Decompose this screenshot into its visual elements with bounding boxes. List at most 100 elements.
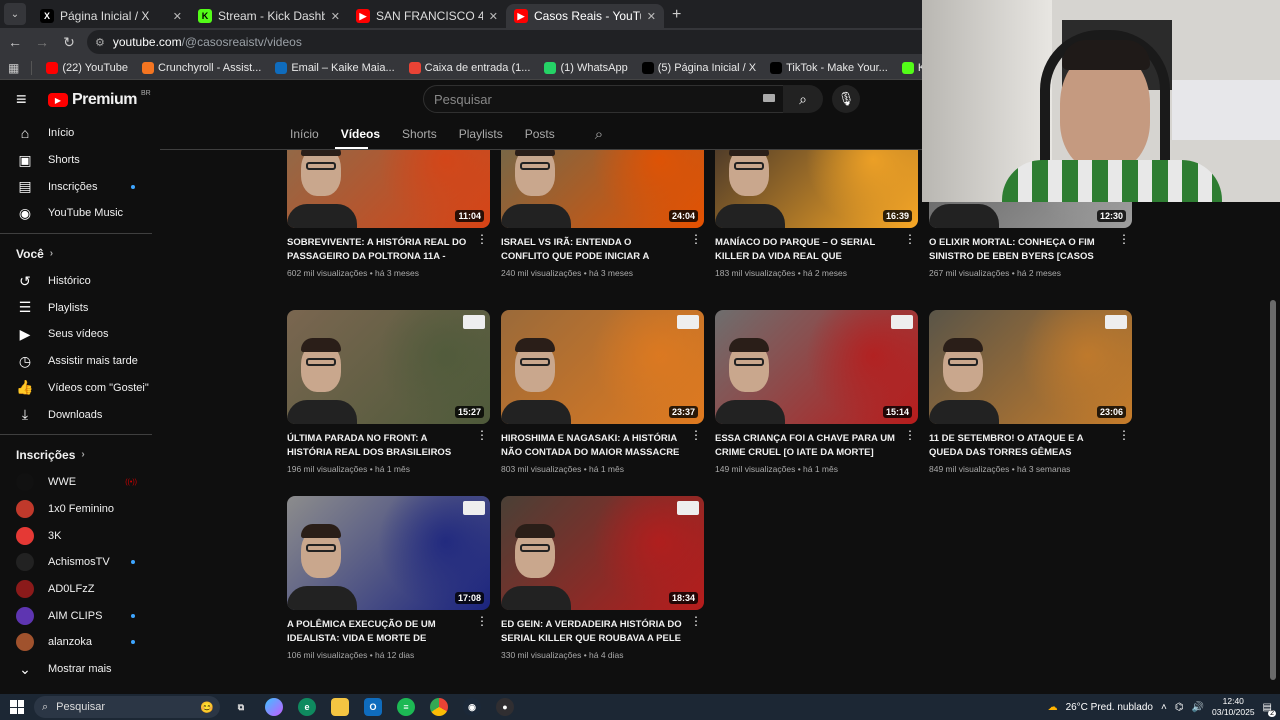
video-card[interactable]: 11:04 Sobrevivente: A história real do pa… <box>287 150 490 278</box>
back-icon[interactable]: ← <box>3 30 27 54</box>
bookmark-item[interactable]: TikTok - Make Your... <box>770 61 888 74</box>
sidebar-item[interactable]: ◷ Assistir mais tarde <box>0 348 155 375</box>
bookmark-item[interactable]: Email – Kaike Maia... <box>275 61 395 74</box>
search-input[interactable]: Pesquisar <box>423 85 788 113</box>
steam-icon[interactable]: ◉ <box>463 698 481 716</box>
video-card[interactable]: 23:37 HIROSHIMA E NAGASAKI: A HISTÓRIA NÃ… <box>501 310 704 474</box>
channel-tab[interactable]: Posts <box>525 127 555 141</box>
channel-search-icon[interactable]: ⌕ <box>595 126 603 143</box>
video-thumbnail[interactable]: 15:14 <box>715 310 918 424</box>
subscription-item[interactable]: AD0LFzZ <box>0 576 155 603</box>
clock[interactable]: 12:40 03/10/2025 <box>1212 696 1255 718</box>
close-icon[interactable]: ✕ <box>173 10 182 23</box>
hamburger-menu-icon[interactable]: ≡ <box>16 89 32 110</box>
browser-tab[interactable]: K Stream - Kick Dashboard ✕ <box>190 4 348 28</box>
subscription-item[interactable]: alanzoka <box>0 629 155 656</box>
channel-tab[interactable]: Shorts <box>402 127 437 141</box>
more-options-icon[interactable]: ⋮ <box>1118 428 1130 442</box>
reload-icon[interactable]: ↻ <box>57 30 81 54</box>
video-thumbnail[interactable]: 15:27 <box>287 310 490 424</box>
bookmark-item[interactable]: Caixa de entrada (1... <box>408 61 530 74</box>
subscriptions-heading[interactable]: Inscrições › <box>0 441 155 469</box>
bookmark-item[interactable]: (5) Página Inicial / X <box>641 61 756 74</box>
more-options-icon[interactable]: ⋮ <box>690 428 702 442</box>
more-options-icon[interactable]: ⋮ <box>690 614 702 628</box>
file-explorer-icon[interactable] <box>331 698 349 716</box>
video-card[interactable]: 18:34 ED GEIN: A VERDADEIRA HISTÓRIA DO S… <box>501 496 704 660</box>
video-title[interactable]: ÚLTIMA PARADA NO FRONT: A HISTÓRIA REAL … <box>287 432 490 459</box>
site-info-icon[interactable]: ⚙ <box>95 36 105 49</box>
more-options-icon[interactable]: ⋮ <box>690 232 702 246</box>
video-title[interactable]: A POLÊMICA EXECUÇÃO DE UM IDEALISTA: VID… <box>287 618 490 645</box>
browser-tab[interactable]: ▶ SAN FRANCISCO 49ERS X LOS ✕ <box>348 4 506 28</box>
spotify-icon[interactable]: ≡ <box>397 698 415 716</box>
video-card[interactable]: 15:27 ÚLTIMA PARADA NO FRONT: A HISTÓRIA … <box>287 310 490 474</box>
video-title[interactable]: O ELIXIR MORTAL: CONHEÇA O FIM SINISTRO … <box>929 236 1132 263</box>
video-card[interactable]: 16:39 MANÍACO DO PARQUE – O SERIAL KILLER… <box>715 150 918 278</box>
subscription-item[interactable]: WWE ((•)) <box>0 469 155 496</box>
browser-tab[interactable]: ▶ Casos Reais - YouTube ✕ <box>506 4 664 28</box>
chrome-icon[interactable] <box>430 698 448 716</box>
video-title[interactable]: Sobrevivente: A história real do passage… <box>287 236 490 263</box>
url-omnibox[interactable]: ⚙ youtube.com/@casosreaistv/videos <box>87 30 987 54</box>
sidebar-item[interactable]: ↺ Histórico <box>0 268 155 295</box>
taskbar-search[interactable]: ⌕ Pesquisar 😊 <box>34 696 220 718</box>
subscription-item[interactable]: AchismosTV <box>0 549 155 576</box>
channel-tab[interactable]: Início <box>290 127 319 141</box>
chevron-up-icon[interactable]: ˄ <box>1161 702 1167 713</box>
voice-search-button[interactable]: 🎙 <box>832 85 860 113</box>
tab-search-menu-icon[interactable]: ⌄ <box>4 3 26 25</box>
video-thumbnail[interactable]: 23:06 <box>929 310 1132 424</box>
apps-grid-icon[interactable]: ▦ <box>8 61 19 75</box>
subscription-item[interactable]: 1x0 Feminino <box>0 496 155 523</box>
task-view-icon[interactable]: ⧉ <box>232 698 250 716</box>
browser-tab[interactable]: X Página Inicial / X ✕ <box>32 4 190 28</box>
subscription-item[interactable]: 3K <box>0 522 155 549</box>
youtube-premium-logo[interactable]: ▶ Premium BR <box>48 90 151 109</box>
outlook-icon[interactable]: O <box>364 698 382 716</box>
video-thumbnail[interactable]: 23:37 <box>501 310 704 424</box>
more-options-icon[interactable]: ⋮ <box>904 232 916 246</box>
video-title[interactable]: ISRAEL VS IRÃ: ENTENDA O CONFLITO QUE PO… <box>501 236 704 263</box>
channel-tab[interactable]: Vídeos <box>341 127 380 141</box>
video-thumbnail[interactable]: 11:04 <box>287 150 490 228</box>
close-icon[interactable]: ✕ <box>331 10 340 23</box>
close-icon[interactable]: ✕ <box>489 10 498 23</box>
subscription-item[interactable]: AIM CLIPS <box>0 602 155 629</box>
network-icon[interactable]: ⌬ <box>1175 702 1184 713</box>
new-tab-button[interactable]: + <box>672 6 681 24</box>
weather-icon[interactable]: ☁ <box>1048 702 1058 713</box>
close-icon[interactable]: ✕ <box>647 10 656 23</box>
show-more-button[interactable]: ⌄ Mostrar mais <box>0 656 155 683</box>
page-scrollbar[interactable] <box>1270 300 1276 680</box>
weather-text[interactable]: 26°C Pred. nublado <box>1066 702 1153 713</box>
video-title[interactable]: ESSA CRIANÇA FOI A CHAVE PARA UM CRIME C… <box>715 432 918 459</box>
video-title[interactable]: 11 DE SETEMBRO! O ATAQUE E A QUEDA DAS T… <box>929 432 1132 459</box>
sidebar-item[interactable]: ⤓ Downloads <box>0 401 155 428</box>
more-options-icon[interactable]: ⋮ <box>904 428 916 442</box>
sidebar-item[interactable]: ☰ Playlists <box>0 294 155 321</box>
video-card[interactable]: 24:04 ISRAEL VS IRÃ: ENTENDA O CONFLITO Q… <box>501 150 704 278</box>
more-options-icon[interactable]: ⋮ <box>476 232 488 246</box>
video-title[interactable]: HIROSHIMA E NAGASAKI: A HISTÓRIA NÃO CON… <box>501 432 704 459</box>
obs-icon[interactable]: ● <box>496 698 514 716</box>
bookmark-item[interactable]: (22) YouTube <box>46 61 128 74</box>
video-thumbnail[interactable]: 24:04 <box>501 150 704 228</box>
windows-start-icon[interactable] <box>10 700 24 714</box>
more-options-icon[interactable]: ⋮ <box>476 614 488 628</box>
channel-tab[interactable]: Playlists <box>459 127 503 141</box>
sidebar-item[interactable]: 👍 Vídeos com "Gostei" <box>0 375 155 402</box>
edge-icon[interactable]: e <box>298 698 316 716</box>
forward-icon[interactable]: → <box>30 30 54 54</box>
video-thumbnail[interactable]: 18:34 <box>501 496 704 610</box>
video-card[interactable]: 15:14 ESSA CRIANÇA FOI A CHAVE PARA UM CR… <box>715 310 918 474</box>
copilot-icon[interactable] <box>265 698 283 716</box>
volume-icon[interactable]: 🔊 <box>1192 702 1204 713</box>
more-options-icon[interactable]: ⋮ <box>476 428 488 442</box>
sidebar-item[interactable]: ◉ YouTube Music <box>0 200 155 227</box>
video-thumbnail[interactable]: 17:08 <box>287 496 490 610</box>
sidebar-item[interactable]: ⌂ Início <box>0 120 155 147</box>
video-card[interactable]: 23:06 11 DE SETEMBRO! O ATAQUE E A QUEDA … <box>929 310 1132 474</box>
keyboard-icon[interactable] <box>763 94 775 102</box>
video-thumbnail[interactable]: 16:39 <box>715 150 918 228</box>
